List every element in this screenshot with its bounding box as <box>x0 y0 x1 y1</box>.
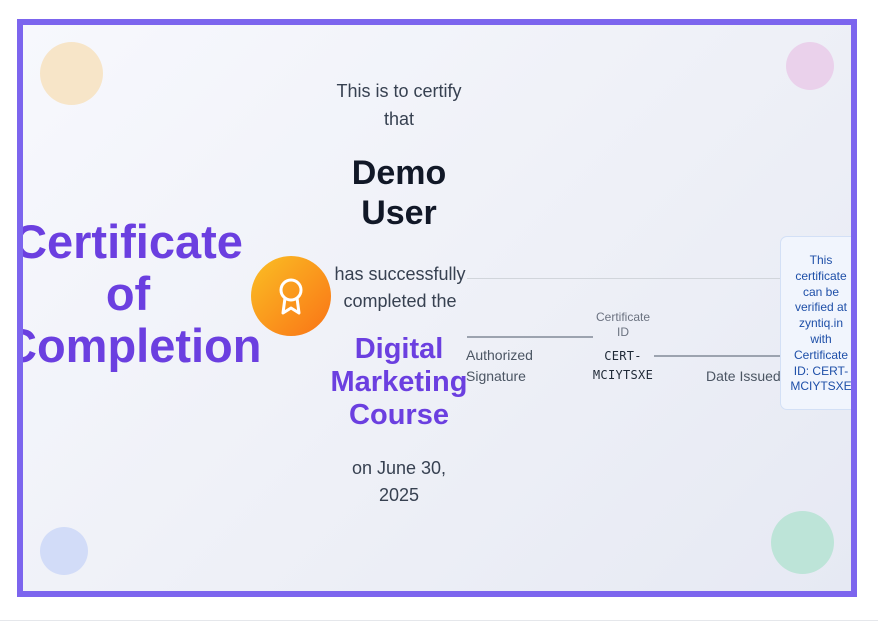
award-badge <box>251 256 331 336</box>
date-issued-line <box>654 355 784 357</box>
title-line: of <box>105 267 151 320</box>
decor-circle-top-left <box>40 42 103 105</box>
award-ribbon-icon <box>279 278 303 315</box>
title-line: Certificate <box>17 215 243 268</box>
decor-circle-top-right <box>786 42 834 90</box>
title-line: Completion <box>17 319 262 372</box>
certificate-title: Certificate of Completion <box>17 215 262 372</box>
signature-line <box>467 336 593 338</box>
completion-date: on June 30, 2025 <box>351 458 447 505</box>
verification-note: This certificate can be verified at zynt… <box>780 236 851 410</box>
signature-label: Authorized Signature <box>466 347 533 384</box>
certify-text: This is to certify that <box>336 81 462 129</box>
certificate-id-value: CERT-MCIYTSXE <box>592 349 654 382</box>
page-bottom-divider <box>0 620 878 621</box>
certificate-id-label: Certificate ID <box>595 310 651 339</box>
course-name: Digital Marketing Course <box>330 333 468 431</box>
recipient-name: Demo User <box>351 154 447 232</box>
date-issued-label: Date Issued <box>706 368 781 384</box>
completed-text: has successfully completed the <box>334 264 466 311</box>
section-divider <box>467 278 807 279</box>
decor-circle-bottom-left <box>40 527 88 575</box>
certificate-card: Certificate of Completion This is to cer… <box>17 19 857 597</box>
decor-circle-bottom-right <box>771 511 834 574</box>
